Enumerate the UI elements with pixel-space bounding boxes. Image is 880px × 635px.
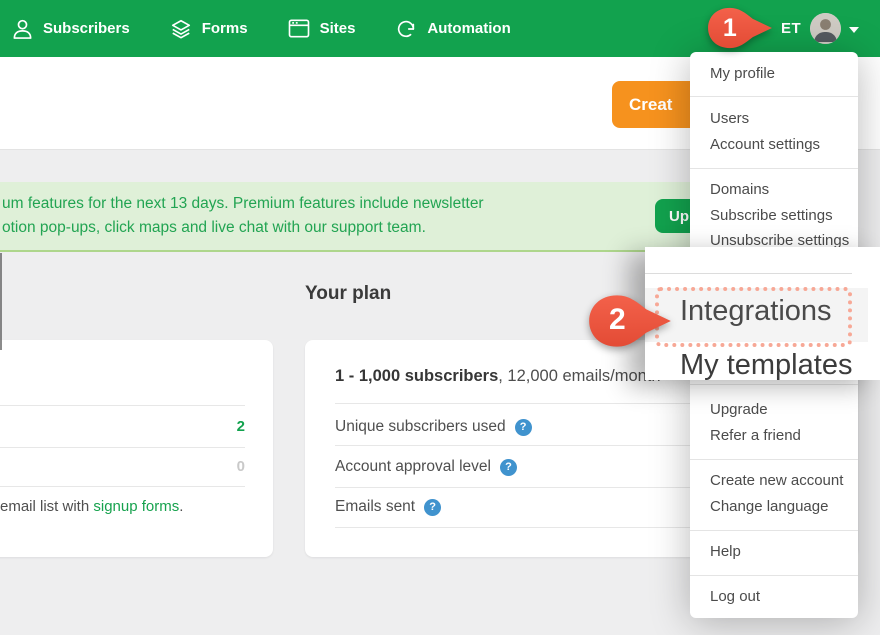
divider [0,405,245,406]
menu-item-upgrade[interactable]: Upgrade [710,397,848,423]
browser-icon [288,19,310,38]
help-icon[interactable]: ? [515,419,532,436]
nav-label: Sites [320,20,356,37]
menu-item-help[interactable]: Help [710,539,848,565]
plan-row-label: Unique subscribers used [335,418,506,436]
highlight-dotted-border [655,287,852,347]
plan-row-emails-sent: Emails sent ? [335,497,441,517]
divider [0,447,245,448]
divider [0,486,245,487]
annotation-step-1: 1 [706,7,774,49]
signup-forms-link[interactable]: signup forms [93,498,179,515]
menu-item-my-templates[interactable]: My templates [680,349,852,380]
menu-item-users[interactable]: Users [710,106,848,132]
menu-divider [690,168,858,169]
menu-divider [690,575,858,576]
menu-item-domains[interactable]: Domains [710,177,848,203]
menu-item-log-out[interactable]: Log out [710,584,848,610]
nav-label: Subscribers [43,20,130,37]
trial-banner-line2: otion pop-ups, click maps and live chat … [2,216,484,240]
menu-item-change-language[interactable]: Change language [710,494,848,520]
nav-label: Automation [427,20,510,37]
left-edge-line [0,253,2,350]
help-icon[interactable]: ? [424,499,441,516]
avatar[interactable] [810,13,841,44]
annotation-number: 2 [588,303,647,337]
usage-footer-period: . [179,498,183,515]
nav-item-subscribers[interactable]: Subscribers [12,18,130,40]
menu-item-subscribe-settings[interactable]: Subscribe settings [710,203,848,229]
menu-divider [690,530,858,531]
person-icon [12,18,33,40]
menu-item-my-profile[interactable]: My profile [710,61,848,87]
nav-item-sites[interactable]: Sites [288,19,356,38]
plan-row-subscribers-used: Unique subscribers used ? [335,417,532,437]
sync-icon [395,18,417,40]
plan-row-approval-level: Account approval level ? [335,457,517,477]
zoom-callout: Integrations My templates [645,247,880,380]
layers-icon [170,18,192,40]
help-icon[interactable]: ? [500,459,517,476]
chevron-down-icon[interactable] [849,27,859,33]
menu-divider [690,459,858,460]
plan-row-label: Account approval level [335,458,491,476]
plan-title-bold: 1 - 1,000 subscribers [335,367,498,385]
plan-title-rest: , 12,000 emails/month [498,367,660,385]
page-title: Your plan [305,283,391,305]
plan-row-label: Emails sent [335,498,415,516]
menu-item-create-new-account[interactable]: Create new account [710,468,848,494]
menu-item-account-settings[interactable]: Account settings [710,132,848,158]
usage-footer-text: email list with [0,498,93,515]
trial-banner-line1: um features for the next 13 days. Premiu… [2,192,484,216]
usage-value-secondary: 0 [145,458,245,475]
user-initials: ET [781,20,801,37]
trial-banner-text: um features for the next 13 days. Premiu… [2,192,484,240]
nav-label: Forms [202,20,248,37]
plan-title: 1 - 1,000 subscribers, 12,000 emails/mon… [335,367,661,386]
menu-divider [645,273,852,274]
annotation-number: 1 [706,14,754,43]
nav-item-forms[interactable]: Forms [170,18,248,40]
nav-item-automation[interactable]: Automation [395,18,510,40]
annotation-step-2: 2 [588,293,672,349]
menu-item-refer-a-friend[interactable]: Refer a friend [710,423,848,449]
menu-divider [690,384,858,385]
usage-value-subscribers: 2 [145,418,245,435]
usage-footer: email list with signup forms. [0,498,183,515]
usage-card: 2 0 email list with signup forms. [0,340,273,557]
menu-divider [690,96,858,97]
